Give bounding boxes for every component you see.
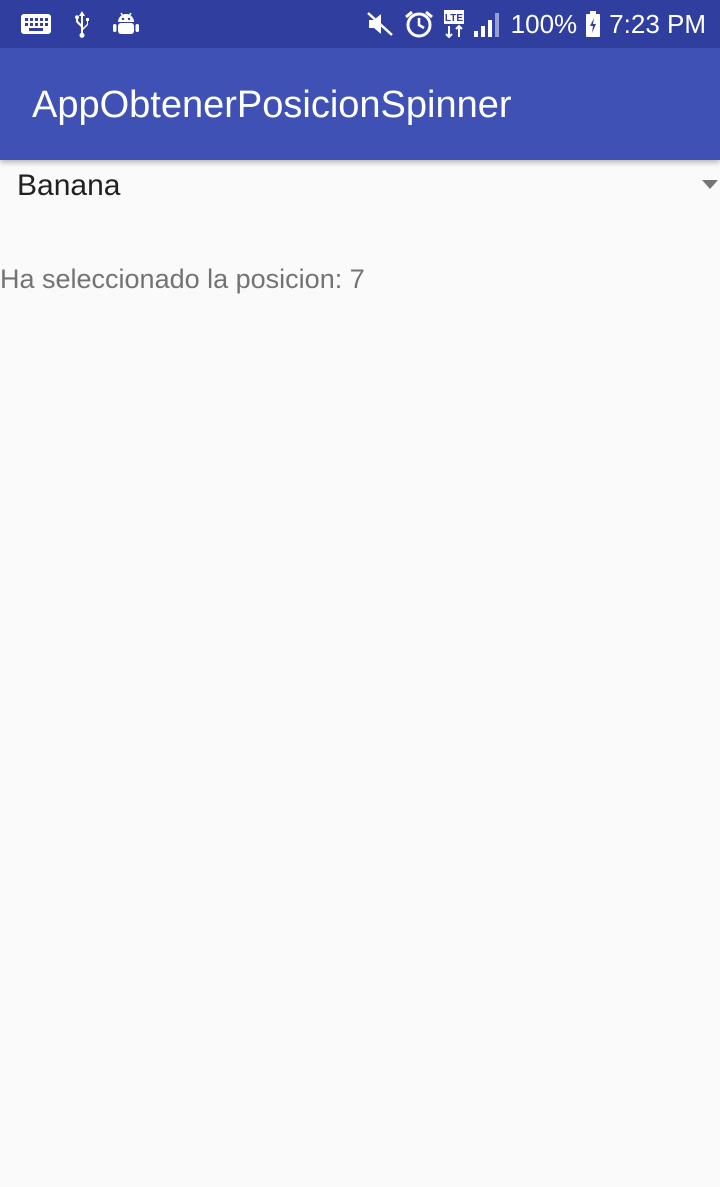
status-bar-left <box>20 0 140 48</box>
status-bar: LTE 100% 7:23 PM <box>0 0 720 48</box>
app-bar: AppObtenerPosicionSpinner <box>0 48 720 160</box>
main-content: Banana Ha seleccionado la posicion: 7 <box>0 160 720 1187</box>
fruit-spinner[interactable]: Banana <box>0 160 720 212</box>
status-bar-right: LTE 100% 7:23 PM <box>365 0 706 48</box>
mute-icon <box>366 12 393 36</box>
selected-position-text: Ha seleccionado la posicion: 7 <box>0 264 365 294</box>
battery-charging-icon <box>586 11 601 37</box>
status-time: 7:23 PM <box>609 9 706 39</box>
spinner-selected-value: Banana <box>17 169 121 202</box>
android-debug-icon <box>113 12 139 34</box>
signal-icon <box>473 13 499 37</box>
app-title: AppObtenerPosicionSpinner <box>32 84 512 126</box>
battery-percent: 100% <box>510 9 578 39</box>
svg-text:LTE: LTE <box>445 13 463 24</box>
alarm-icon <box>404 10 433 38</box>
dropdown-triangle-icon <box>702 180 718 189</box>
lte-icon: LTE <box>443 10 464 39</box>
usb-icon <box>75 11 89 38</box>
keyboard-icon <box>21 14 51 34</box>
